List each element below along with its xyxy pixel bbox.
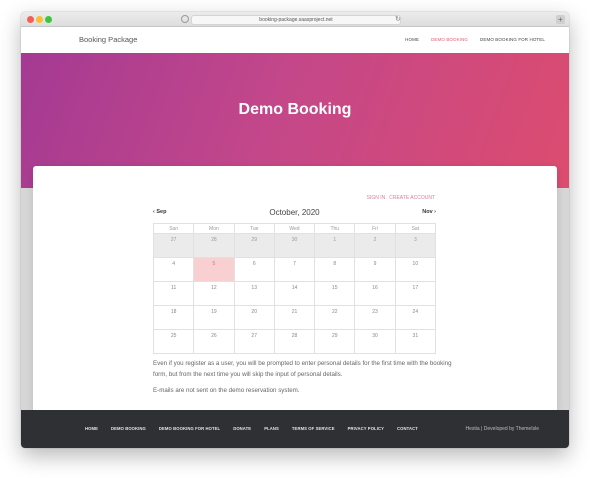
calendar-day[interactable]: 10 — [395, 258, 436, 282]
calendar-day[interactable]: 29 — [315, 330, 356, 354]
minimize-window-icon[interactable] — [36, 16, 43, 23]
calendar-day-highlighted[interactable]: 5 — [194, 258, 235, 282]
weekday-thu: Thu — [315, 224, 356, 234]
footer-link-privacy[interactable]: PRIVACY POLICY — [348, 426, 384, 431]
calendar-day[interactable]: 25 — [154, 330, 195, 354]
calendar-day: 3 — [395, 234, 436, 258]
calendar-day[interactable]: 8 — [315, 258, 356, 282]
site-brand[interactable]: Booking Package — [79, 35, 137, 44]
maximize-window-icon[interactable] — [45, 16, 52, 23]
calendar-day[interactable]: 23 — [355, 306, 396, 330]
calendar-day: 30 — [274, 234, 316, 258]
calendar-day[interactable]: 12 — [194, 282, 235, 306]
footer-link-demo-booking-hotel[interactable]: DEMO BOOKING FOR HOTEL — [159, 426, 220, 431]
calendar-day[interactable]: 26 — [194, 330, 235, 354]
calendar-week: 27 28 29 30 1 2 3 — [154, 234, 436, 258]
weekday-sat: Sat — [395, 224, 436, 234]
calendar-week: 18 19 20 21 22 23 24 — [154, 306, 436, 330]
address-bar-url: booking-package.saasproject.net — [259, 17, 333, 23]
calendar-day[interactable]: 17 — [395, 282, 436, 306]
calendar-day[interactable]: 6 — [234, 258, 275, 282]
calendar-day: 28 — [194, 234, 235, 258]
calendar-week: 4 5 6 7 8 9 10 — [154, 258, 436, 282]
weekday-mon: Mon — [194, 224, 235, 234]
next-month-label: Nov — [422, 209, 433, 215]
weekday-fri: Fri — [355, 224, 396, 234]
site-footer: HOME DEMO BOOKING DEMO BOOKING FOR HOTEL… — [21, 410, 569, 448]
footer-link-donate[interactable]: DONATE — [233, 426, 251, 431]
footer-nav: HOME DEMO BOOKING DEMO BOOKING FOR HOTEL… — [85, 426, 418, 431]
calendar-week: 11 12 13 14 15 16 17 — [154, 282, 436, 306]
footer-link-demo-booking[interactable]: DEMO BOOKING — [111, 426, 146, 431]
site-header: Booking Package HOME DEMO BOOKING DEMO B… — [21, 27, 569, 53]
calendar-day[interactable]: 20 — [234, 306, 275, 330]
chevron-right-icon: › — [434, 209, 436, 215]
calendar-day: 29 — [234, 234, 275, 258]
calendar-week: 25 26 27 28 29 30 31 — [154, 330, 436, 354]
create-account-link[interactable]: CREATE ACCOUNT — [389, 195, 435, 201]
reload-icon[interactable]: ↻ — [395, 15, 401, 23]
calendar-day[interactable]: 30 — [355, 330, 396, 354]
nav-demo-booking-hotel[interactable]: DEMO BOOKING FOR HOTEL — [480, 37, 545, 42]
weekday-wed: Wed — [274, 224, 316, 234]
nav-home[interactable]: HOME — [405, 37, 419, 42]
calendar-day[interactable]: 13 — [234, 282, 275, 306]
calendar-day[interactable]: 15 — [315, 282, 356, 306]
calendar-day[interactable]: 21 — [274, 306, 316, 330]
new-tab-icon[interactable]: + — [556, 15, 565, 24]
calendar-day[interactable]: 4 — [154, 258, 195, 282]
calendar-day[interactable]: 18 — [154, 306, 195, 330]
main-nav: HOME DEMO BOOKING DEMO BOOKING FOR HOTEL — [405, 37, 545, 42]
calendar-month-title: October, 2020 — [269, 208, 320, 217]
info-paragraph: Even if you register as a user, you will… — [153, 360, 452, 378]
weekday-sun: Sun — [154, 224, 195, 234]
calendar-day[interactable]: 24 — [395, 306, 436, 330]
calendar-grid: Sun Mon Tue Wed Thu Fri Sat 27 28 29 30 … — [153, 223, 436, 354]
calendar-day[interactable]: 31 — [395, 330, 436, 354]
footer-credit: Hestia | Developed by ThemeIsle — [465, 426, 539, 432]
calendar-day[interactable]: 22 — [315, 306, 356, 330]
calendar-day[interactable]: 28 — [274, 330, 316, 354]
nav-demo-booking[interactable]: DEMO BOOKING — [431, 37, 468, 42]
calendar-header: ‹ Sep October, 2020 Nov › — [153, 208, 436, 220]
calendar-day: 2 — [355, 234, 396, 258]
sign-in-link[interactable]: SIGN IN — [367, 195, 386, 201]
calendar-day[interactable]: 16 — [355, 282, 396, 306]
footer-link-contact[interactable]: CONTACT — [397, 426, 418, 431]
calendar-day[interactable]: 27 — [234, 330, 275, 354]
footer-link-home[interactable]: HOME — [85, 426, 98, 431]
calendar-day: 1 — [315, 234, 356, 258]
calendar-day[interactable]: 9 — [355, 258, 396, 282]
footer-link-terms[interactable]: TERMS OF SERVICE — [292, 426, 335, 431]
weekday-row: Sun Mon Tue Wed Thu Fri Sat — [154, 224, 436, 234]
email-notice: E-mails are not sent on the demo reserva… — [153, 387, 300, 394]
next-month-button[interactable]: Nov › — [422, 209, 436, 215]
auth-links: SIGN IN CREATE ACCOUNT — [367, 195, 435, 201]
calendar-day[interactable]: 19 — [194, 306, 235, 330]
calendar-day[interactable]: 7 — [274, 258, 316, 282]
weekday-tue: Tue — [234, 224, 275, 234]
calendar-day[interactable]: 11 — [154, 282, 195, 306]
browser-window: booking-package.saasproject.net ↻ + Book… — [21, 12, 569, 448]
address-bar[interactable]: booking-package.saasproject.net — [191, 15, 401, 25]
close-window-icon[interactable] — [27, 16, 34, 23]
browser-toolbar: booking-package.saasproject.net ↻ + — [21, 12, 569, 27]
privacy-shield-icon[interactable] — [181, 15, 189, 23]
page-title: Demo Booking — [238, 101, 352, 118]
footer-link-plans[interactable]: PLANS — [264, 426, 279, 431]
calendar-day[interactable]: 14 — [274, 282, 316, 306]
content-card: SIGN IN CREATE ACCOUNT ‹ Sep October, 20… — [33, 166, 557, 412]
calendar-day: 27 — [154, 234, 195, 258]
